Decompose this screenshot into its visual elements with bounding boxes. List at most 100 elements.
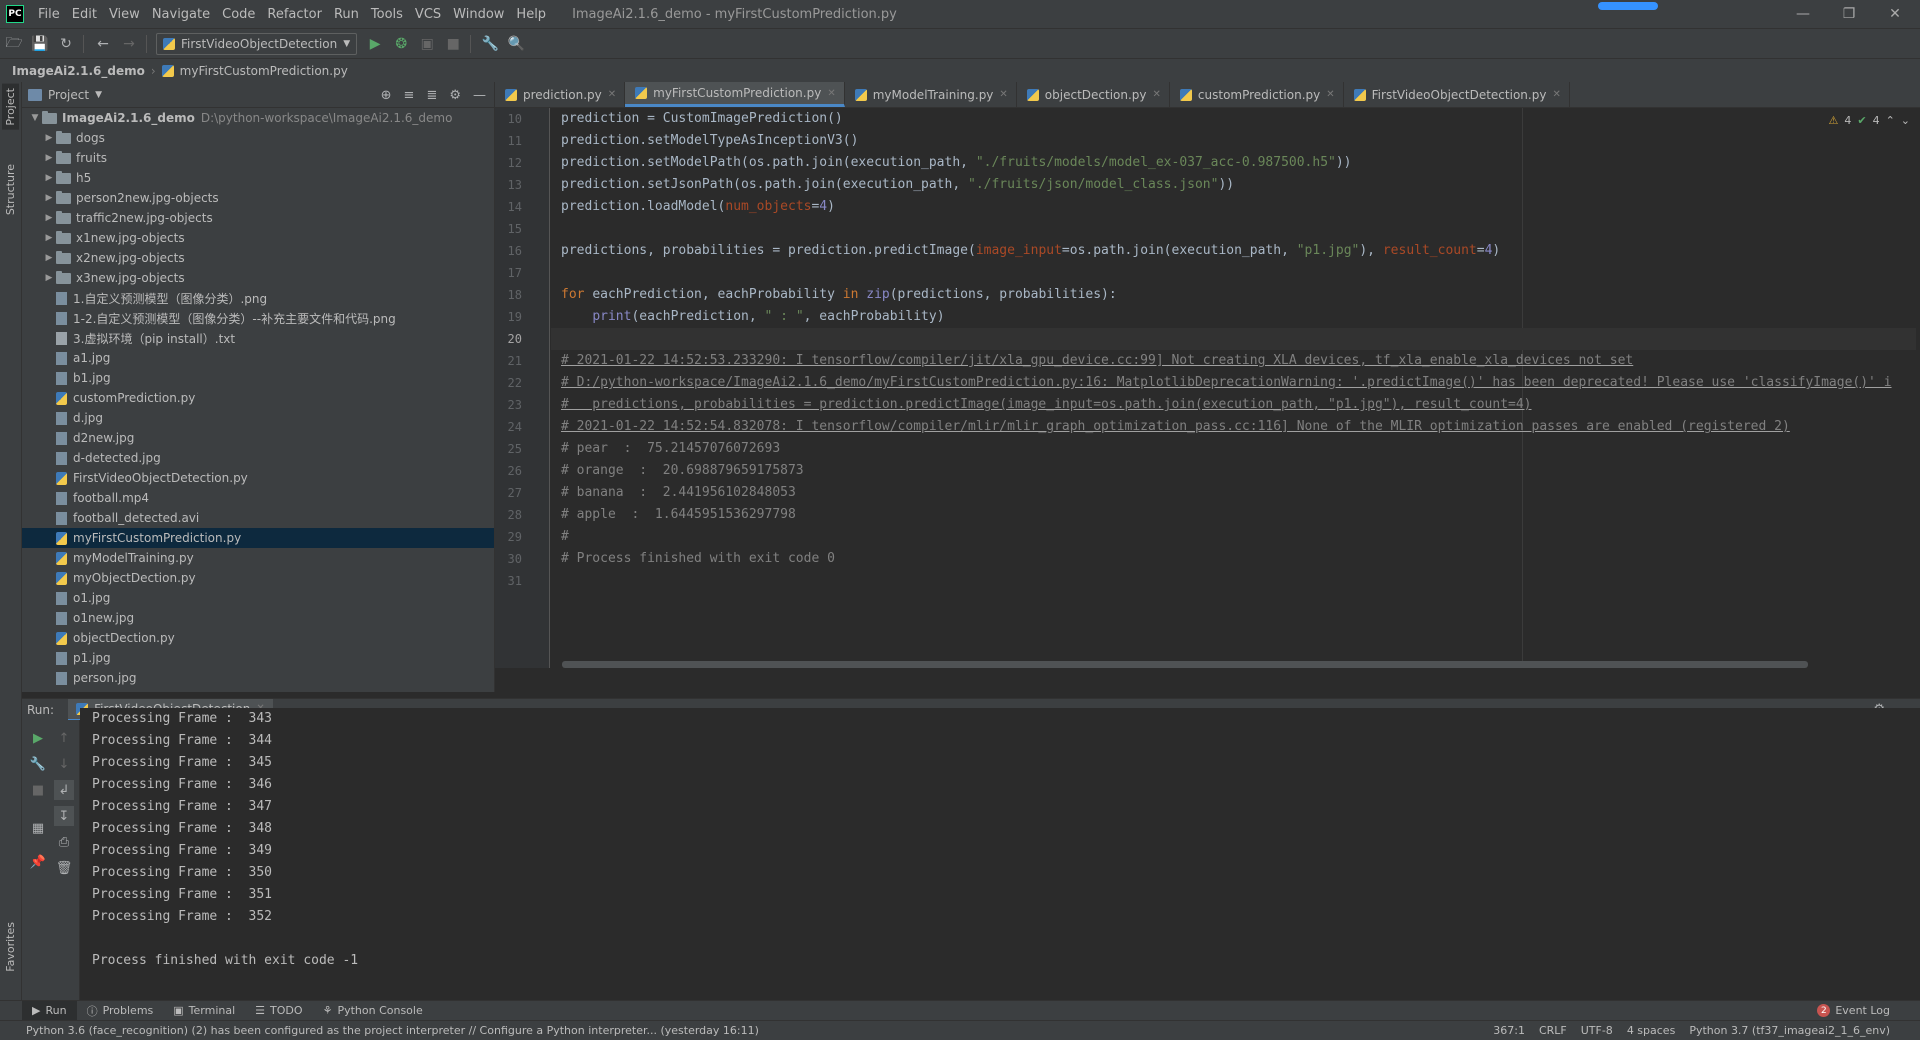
editor-tab[interactable]: customPrediction.py ✕	[1170, 82, 1344, 107]
tree-item[interactable]: 3.虚拟环境（pip install）.txt	[22, 328, 494, 348]
run-with-coverage-icon[interactable]: ▣	[415, 32, 439, 56]
tree-item[interactable]: football_detected.avi	[22, 508, 494, 528]
trash-icon[interactable]: 🗑	[54, 858, 74, 878]
code-line[interactable]: prediction.setModelPath(os.path.join(exe…	[561, 152, 1916, 174]
editor-tab[interactable]: FirstVideoObjectDetection.py ✕	[1344, 82, 1570, 107]
sync-icon[interactable]: ↻	[54, 32, 78, 56]
wrench-icon[interactable]: 🔧	[28, 754, 48, 774]
code-line[interactable]: # pear : 75.21457076072693	[561, 438, 1916, 460]
chevron-down-icon[interactable]: ⌄	[1901, 114, 1910, 127]
code-line[interactable]: prediction = CustomImagePrediction()	[561, 108, 1916, 130]
code-line[interactable]: # D:/python-workspace/ImageAi2.1.6_demo/…	[561, 372, 1916, 394]
tree-item[interactable]: ▶ h5	[22, 168, 494, 188]
menu-item-view[interactable]: View	[103, 7, 146, 22]
code-line[interactable]	[551, 328, 1916, 350]
breadcrumb-project[interactable]: ImageAi2.1.6_demo	[12, 64, 145, 78]
restore-icon[interactable]: ❐	[1826, 0, 1872, 28]
menu-item-refactor[interactable]: Refactor	[261, 7, 328, 22]
print-icon[interactable]: ⎙	[54, 832, 74, 852]
close-icon[interactable]: ✕	[999, 89, 1007, 100]
rerun-icon[interactable]: ▶	[28, 728, 48, 748]
side-tab-favorites[interactable]: Favorites	[2, 918, 19, 976]
editor-tab[interactable]: prediction.py ✕	[495, 82, 626, 107]
editor-tab[interactable]: objectDection.py ✕	[1017, 82, 1170, 107]
expand-all-icon[interactable]: ≡	[404, 88, 415, 103]
close-icon[interactable]: ✕	[1326, 89, 1334, 100]
status-message[interactable]: Python 3.6 (face_recognition) (2) has be…	[26, 1024, 759, 1037]
wrench-icon[interactable]: 🔧	[478, 32, 502, 56]
bottom-tab-problems[interactable]: ⓘ Problems	[77, 1003, 164, 1019]
tree-item[interactable]: d-detected.jpg	[22, 448, 494, 468]
code-line[interactable]: # orange : 20.698879659175873	[561, 460, 1916, 482]
menu-item-code[interactable]: Code	[216, 7, 261, 22]
menu-item-tools[interactable]: Tools	[365, 7, 409, 22]
breadcrumb-file[interactable]: myFirstCustomPrediction.py	[180, 64, 348, 78]
code-line[interactable]: for eachPrediction, eachProbability in z…	[561, 284, 1916, 306]
chevron-right-icon[interactable]: ▶	[42, 213, 56, 223]
open-folder-icon[interactable]: 🗁	[2, 32, 26, 56]
gear-icon[interactable]: ⚙	[449, 88, 461, 103]
tree-item[interactable]: myFirstCustomPrediction.py	[22, 528, 494, 548]
tree-item[interactable]: myObjectDection.py	[22, 568, 494, 588]
tree-item[interactable]: a1.jpg	[22, 348, 494, 368]
tree-item[interactable]: p1.jpg	[22, 648, 494, 668]
bottom-tab-run[interactable]: ▶ Run	[22, 1000, 77, 1021]
code-editor[interactable]: 10 11 12 13 14 15 16 17 18 19 20 21 22 23 24 25 26 27 28 29…	[495, 108, 1920, 668]
chevron-right-icon[interactable]: ▶	[42, 273, 56, 283]
code-line[interactable]: # apple : 1.6445951536297798	[561, 504, 1916, 526]
tree-item[interactable]: d2new.jpg	[22, 428, 494, 448]
inspection-widget[interactable]: ⚠ 4 ✔ 4 ⌃ ⌄	[1828, 114, 1910, 127]
run-configuration-select[interactable]: FirstVideoObjectDetection ▼	[156, 32, 358, 55]
run-console[interactable]: Processing Frame : 343 Processing Frame :…	[80, 708, 1920, 988]
save-all-icon[interactable]: 💾	[28, 32, 52, 56]
chevron-up-icon[interactable]: ⌃	[1886, 114, 1895, 127]
side-tab-structure[interactable]: Structure	[2, 160, 19, 219]
tree-item[interactable]: ▶ dogs	[22, 128, 494, 148]
project-panel-title[interactable]: Project	[48, 88, 89, 102]
tree-item[interactable]: ▶ traffic2new.jpg-objects	[22, 208, 494, 228]
file-encoding[interactable]: UTF-8	[1581, 1024, 1613, 1037]
tree-root[interactable]: ▼ ImageAi2.1.6_demo D:\python-workspace\…	[22, 108, 494, 128]
tree-item[interactable]: FirstVideoObjectDetection.py	[22, 468, 494, 488]
back-icon[interactable]: ←	[91, 32, 115, 56]
chevron-right-icon[interactable]: ▶	[42, 133, 56, 143]
tree-item[interactable]: ▶ x1new.jpg-objects	[22, 228, 494, 248]
editor-tab[interactable]: myFirstCustomPrediction.py ✕	[625, 82, 845, 107]
menu-item-window[interactable]: Window	[447, 7, 510, 22]
code-line[interactable]: print(eachPrediction, " : ", eachProbabi…	[561, 306, 1916, 328]
close-icon[interactable]: ✕	[608, 89, 616, 100]
editor-tab[interactable]: myModelTraining.py ✕	[845, 82, 1017, 107]
chevron-down-icon[interactable]: ▼	[95, 90, 102, 100]
collapse-all-icon[interactable]: ≣	[426, 88, 437, 103]
menu-item-file[interactable]: File	[32, 7, 66, 22]
code-line[interactable]: prediction.setModelTypeAsInceptionV3()	[561, 130, 1916, 152]
tree-item[interactable]: person.jpg	[22, 668, 494, 688]
menu-item-help[interactable]: Help	[510, 7, 552, 22]
code-line[interactable]	[561, 262, 1916, 284]
scroll-to-end-icon[interactable]: ↧	[54, 806, 74, 826]
close-icon[interactable]: ✕	[1872, 0, 1918, 28]
bottom-tab-todo[interactable]: ☰ TODO	[245, 1004, 312, 1017]
side-tab-project[interactable]: Project	[2, 84, 19, 130]
tree-item[interactable]: football.mp4	[22, 488, 494, 508]
tree-item[interactable]: 1-2.自定义预测模型（图像分类）--补充主要文件和代码.png	[22, 308, 494, 328]
minimize-icon[interactable]: —	[1780, 0, 1826, 28]
tree-item[interactable]: ▶ person2new.jpg-objects	[22, 188, 494, 208]
pin-icon[interactable]: 📌	[28, 852, 48, 872]
indent-setting[interactable]: 4 spaces	[1627, 1024, 1676, 1037]
run-icon[interactable]: ▶	[363, 32, 387, 56]
menu-item-vcs[interactable]: VCS	[409, 7, 447, 22]
code-line[interactable]	[561, 218, 1916, 240]
chevron-right-icon[interactable]: ▶	[42, 233, 56, 243]
tree-item[interactable]: d.jpg	[22, 408, 494, 428]
chevron-right-icon[interactable]: ▶	[42, 173, 56, 183]
code-line[interactable]: # Process finished with exit code 0	[561, 548, 1916, 570]
tree-item[interactable]: customPrediction.py	[22, 388, 494, 408]
tree-item[interactable]: ▶ x3new.jpg-objects	[22, 268, 494, 288]
bottom-tab-terminal[interactable]: ▣ Terminal	[163, 1004, 245, 1017]
code-line[interactable]: prediction.setJsonPath(os.path.join(exec…	[561, 174, 1916, 196]
stop-icon[interactable]: ■	[28, 780, 48, 800]
code-line[interactable]: # 2021-01-22 14:52:54.832078: I tensorfl…	[561, 416, 1916, 438]
bottom-tab-python-console[interactable]: ⚘ Python Console	[313, 1004, 433, 1017]
layout-icon[interactable]: ▦	[28, 818, 48, 838]
